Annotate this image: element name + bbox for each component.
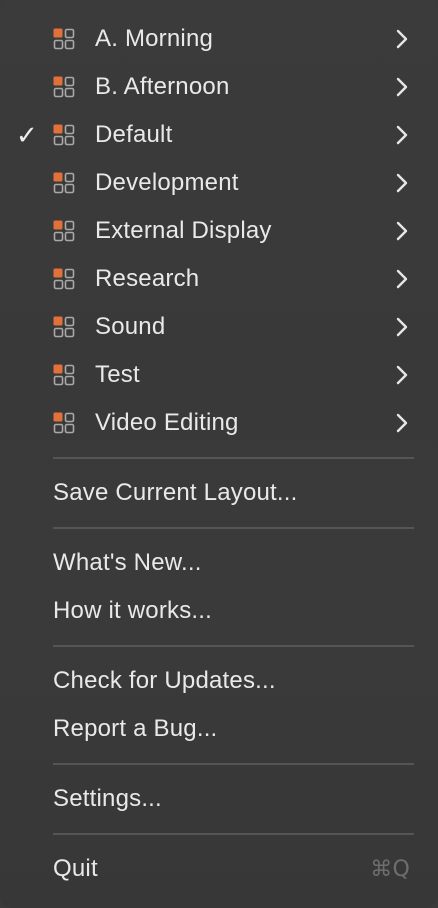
how-it-works-label: How it works... — [53, 597, 213, 624]
report-bug-item[interactable]: Report a Bug... — [0, 705, 438, 753]
layout-item-sound[interactable]: Sound — [0, 303, 438, 351]
quit-label: Quit — [53, 855, 98, 882]
layout-item-label: A. Morning — [95, 25, 214, 52]
layout-grid-icon — [53, 28, 75, 50]
chevron-right-icon — [396, 365, 408, 385]
layout-grid-icon — [53, 364, 75, 386]
layout-item-label: B. Afternoon — [95, 73, 230, 100]
layout-item-label: Research — [95, 265, 200, 292]
check-for-updates-item[interactable]: Check for Updates... — [0, 657, 438, 705]
layout-item-development[interactable]: Development — [0, 159, 438, 207]
layout-grid-icon — [53, 412, 75, 434]
layout-item-label: Test — [95, 361, 140, 388]
layout-item-label: Sound — [95, 313, 166, 340]
quit-item[interactable]: Quit ⌘Q — [0, 845, 438, 893]
layout-item-default[interactable]: ✓ Default — [0, 111, 438, 159]
context-menu: A. Morning B. Afternoon ✓ Default Developmen… — [0, 0, 438, 908]
menu-separator — [0, 823, 438, 845]
layout-item-external-display[interactable]: External Display — [0, 207, 438, 255]
layout-grid-icon — [53, 172, 75, 194]
layout-grid-icon — [53, 124, 75, 146]
layout-item-label: Development — [95, 169, 239, 196]
chevron-right-icon — [396, 173, 408, 193]
layout-item-a-morning[interactable]: A. Morning — [0, 15, 438, 63]
layout-item-test[interactable]: Test — [0, 351, 438, 399]
layout-grid-icon — [53, 220, 75, 242]
how-it-works-item[interactable]: How it works... — [0, 587, 438, 635]
layout-item-label: Default — [95, 121, 173, 148]
whats-new-item[interactable]: What's New... — [0, 539, 438, 587]
check-for-updates-label: Check for Updates... — [53, 667, 276, 694]
save-current-layout-item[interactable]: Save Current Layout... — [0, 469, 438, 517]
menu-separator — [0, 753, 438, 775]
menu-separator — [0, 517, 438, 539]
layout-item-label: Video Editing — [95, 409, 239, 436]
layout-item-video-editing[interactable]: Video Editing — [0, 399, 438, 447]
quit-shortcut: ⌘Q — [370, 856, 410, 882]
layout-grid-icon — [53, 268, 75, 290]
chevron-right-icon — [396, 125, 408, 145]
whats-new-label: What's New... — [53, 549, 202, 576]
report-bug-label: Report a Bug... — [53, 715, 218, 742]
chevron-right-icon — [396, 77, 408, 97]
chevron-right-icon — [396, 221, 408, 241]
settings-item[interactable]: Settings... — [0, 775, 438, 823]
chevron-right-icon — [396, 413, 408, 433]
checkmark-icon: ✓ — [16, 120, 38, 150]
layout-item-b-afternoon[interactable]: B. Afternoon — [0, 63, 438, 111]
save-current-layout-label: Save Current Layout... — [53, 479, 298, 506]
layout-item-label: External Display — [95, 217, 272, 244]
chevron-right-icon — [396, 269, 408, 289]
menu-separator — [0, 635, 438, 657]
menu-separator — [0, 447, 438, 469]
settings-label: Settings... — [53, 785, 162, 812]
layout-item-research[interactable]: Research — [0, 255, 438, 303]
chevron-right-icon — [396, 29, 408, 49]
chevron-right-icon — [396, 317, 408, 337]
layout-grid-icon — [53, 316, 75, 338]
layout-grid-icon — [53, 76, 75, 98]
layout-list: A. Morning B. Afternoon ✓ Default Developmen… — [0, 15, 438, 447]
